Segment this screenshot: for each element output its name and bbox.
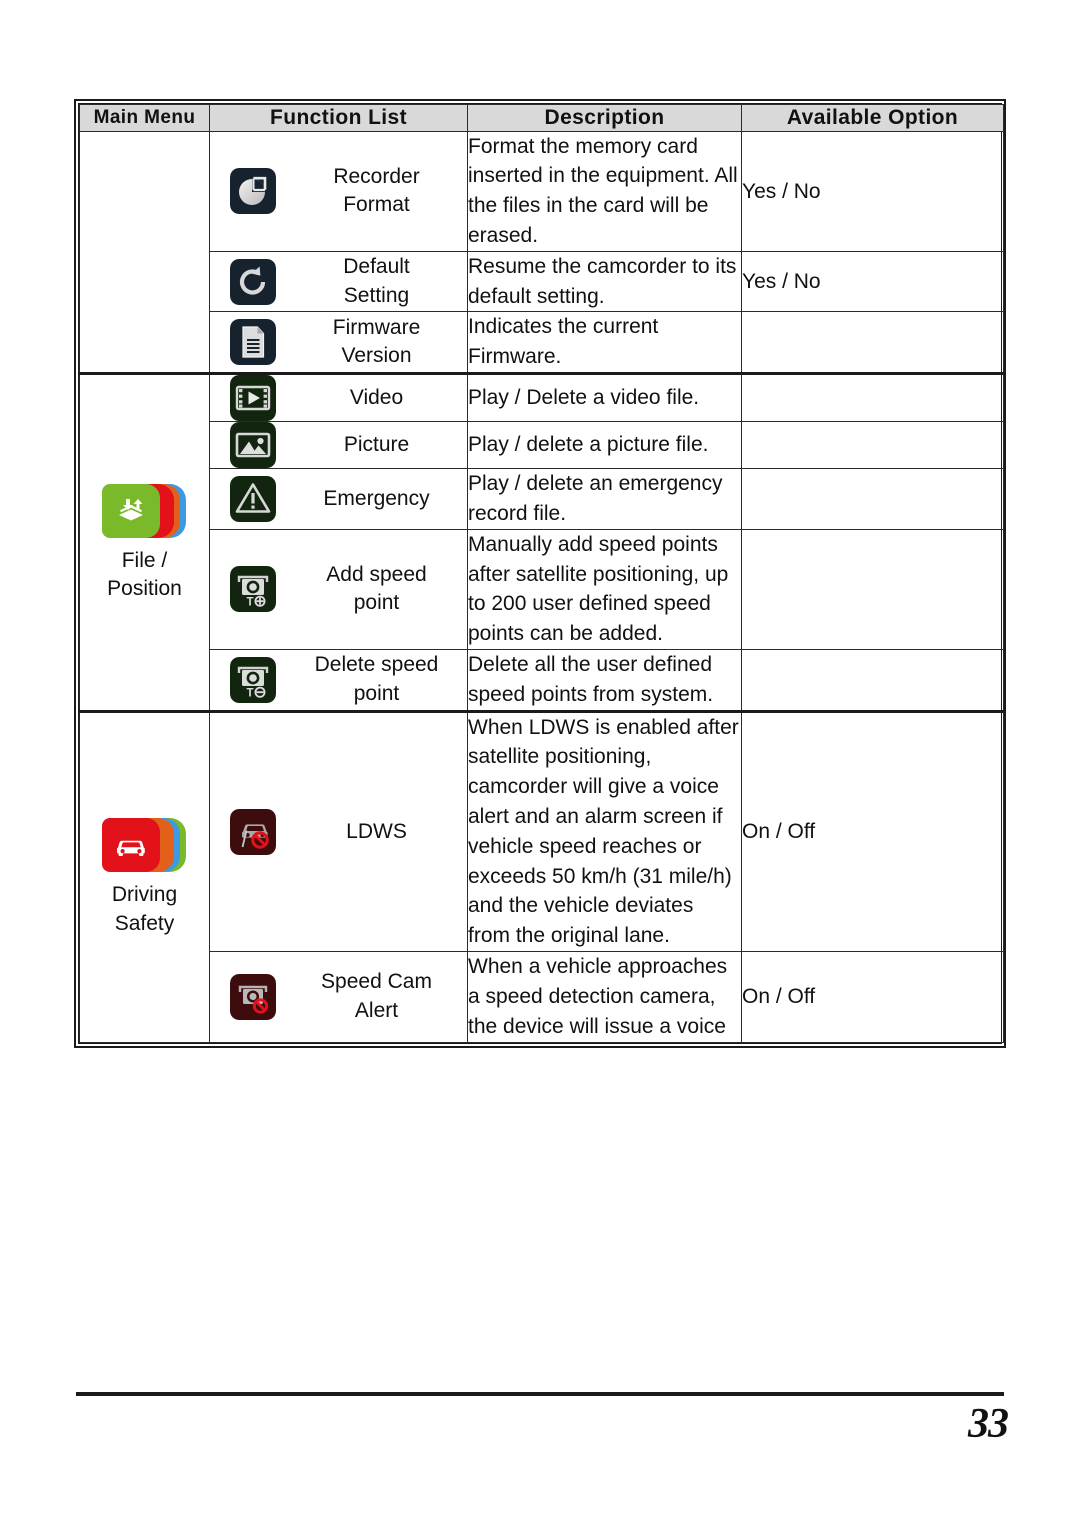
- file-position-icon: [101, 482, 188, 540]
- option-cell: [741, 311, 1004, 375]
- delete-speed-point-icon: T: [210, 656, 296, 703]
- table-row: Recorder Format Format the memory card i…: [79, 130, 1004, 375]
- page-number: 33: [968, 1401, 1009, 1447]
- table-row: Picture Play / delete a picture file.: [80, 421, 1004, 470]
- table-row: T Delete speed point Delete all the user…: [80, 648, 1004, 712]
- svg-text:T: T: [247, 687, 254, 699]
- function-label: Default Setting: [343, 255, 410, 307]
- function-cell: Emergency: [209, 468, 468, 530]
- table-row: Driving Safety LDWS When LDWS is enabled…: [79, 709, 1004, 1043]
- option-cell: On / Off: [741, 709, 1004, 953]
- description-cell: Indicates the current Firmware.: [467, 311, 742, 375]
- function-cell: Video: [209, 372, 468, 423]
- option-cell: [741, 468, 1004, 530]
- header-description: Description: [467, 104, 742, 132]
- firmware-version-icon: [210, 319, 296, 366]
- main-menu-label: Driving Safety: [111, 883, 178, 935]
- main-menu-cell-driving-safety: Driving Safety: [79, 709, 210, 1043]
- option-cell: Yes / No: [741, 130, 1004, 252]
- document-page: Main Menu Function List Description Avai…: [0, 0, 1080, 1526]
- picture-icon: [210, 422, 296, 469]
- function-label: Video: [349, 385, 404, 409]
- header-main-menu: Main Menu: [79, 104, 210, 132]
- function-cell: LDWS: [209, 709, 468, 953]
- option-cell: [741, 648, 1004, 712]
- table-row: File / Position Video Play / Delete a vi…: [79, 372, 1004, 712]
- description-cell: Play / delete an emergency record file.: [467, 468, 742, 530]
- description-cell: Resume the camcorder to its default sett…: [467, 250, 742, 313]
- description-cell: Play / delete a picture file.: [467, 421, 742, 470]
- ldws-icon: [210, 808, 296, 855]
- option-cell: [741, 528, 1004, 650]
- speed-cam-alert-icon: [210, 973, 296, 1020]
- function-cell: Default Setting: [209, 250, 468, 313]
- function-label: Add speed point: [326, 562, 427, 615]
- table-row: Default Setting Resume the camcorder to …: [80, 250, 1004, 313]
- function-label: Speed Cam Alert: [321, 970, 432, 1022]
- function-cell: Firmware Version: [209, 311, 468, 375]
- function-cell: Picture: [209, 421, 468, 470]
- table-row: Firmware Version Indicates the current F…: [80, 311, 1004, 375]
- function-cell: Recorder Format: [209, 130, 468, 252]
- main-menu-label: File / Position: [107, 548, 182, 600]
- function-label: Firmware Version: [332, 315, 421, 368]
- table-row: Speed Cam Alert When a vehicle approache…: [80, 951, 1004, 1043]
- footer-divider: [76, 1392, 1004, 1396]
- function-label: Picture: [343, 432, 410, 456]
- table-row: T Add speed point Manually add speed poi…: [80, 528, 1004, 650]
- function-label: Delete speed point: [314, 653, 439, 705]
- spec-table-inner-frame: Main Menu Function List Description Avai…: [78, 103, 1004, 1044]
- settings-spec-table: Main Menu Function List Description Avai…: [79, 104, 1004, 1043]
- option-cell: [741, 372, 1004, 423]
- table-row: Emergency Play / delete an emergency rec…: [80, 468, 1004, 530]
- spec-table-frame: Main Menu Function List Description Avai…: [74, 99, 1006, 1048]
- function-label: Recorder Format: [333, 164, 420, 217]
- function-cell: T Delete speed point: [209, 648, 468, 712]
- option-cell: Yes / No: [741, 250, 1004, 313]
- function-cell: T Add speed point: [209, 528, 468, 650]
- default-setting-icon: [210, 258, 296, 305]
- header-available-option: Available Option: [741, 104, 1004, 132]
- main-menu-cell-file-position: File / Position: [79, 372, 210, 712]
- recorder-format-icon: [210, 168, 296, 215]
- function-label: LDWS: [346, 819, 407, 843]
- table-header: Main Menu Function List Description Avai…: [79, 104, 1004, 132]
- description-cell: When a vehicle approaches a speed detect…: [467, 951, 742, 1043]
- table-body: Recorder Format Format the memory card i…: [79, 130, 1004, 1043]
- description-cell: When LDWS is enabled after satellite pos…: [467, 709, 742, 953]
- option-cell: [741, 421, 1004, 470]
- driving-safety-icon: [101, 816, 188, 874]
- description-cell: Delete all the user defined speed points…: [467, 648, 742, 712]
- header-row: Main Menu Function List Description Avai…: [79, 104, 1004, 132]
- option-cell: On / Off: [741, 951, 1004, 1043]
- video-icon: [210, 375, 296, 422]
- description-cell: Manually add speed points after satellit…: [467, 528, 742, 650]
- description-cell: Play / Delete a video file.: [467, 372, 742, 423]
- svg-text:T: T: [247, 597, 254, 609]
- main-menu-cell-blank: [79, 130, 210, 375]
- function-label: Emergency: [323, 486, 430, 510]
- emergency-icon: [210, 475, 296, 522]
- function-cell: Speed Cam Alert: [209, 951, 468, 1043]
- add-speed-point-icon: T: [210, 566, 296, 613]
- header-function-list: Function List: [209, 104, 468, 132]
- description-cell: Format the memory card inserted in the e…: [467, 130, 742, 252]
